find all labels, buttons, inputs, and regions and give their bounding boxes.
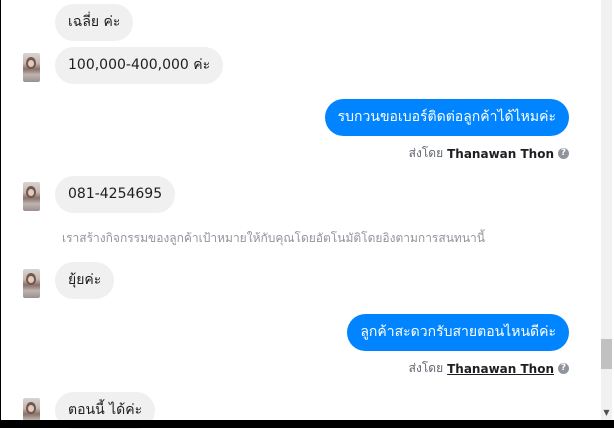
question-circle-icon[interactable]: ? bbox=[558, 148, 569, 159]
sender-name[interactable]: Thanawan Thon bbox=[447, 362, 554, 376]
contact-avatar[interactable] bbox=[23, 53, 40, 82]
sent-by-prefix: ส่งโดย bbox=[408, 146, 444, 160]
incoming-message: 081-4254695 bbox=[55, 176, 176, 213]
contact-avatar[interactable] bbox=[23, 269, 40, 298]
scrollbar-thumb[interactable] bbox=[601, 339, 612, 369]
scroll-down-icon[interactable]: ▼ bbox=[601, 407, 612, 418]
outgoing-message: ลูกค้าสะดวกรับสายตอนไหนดีค่ะ bbox=[347, 314, 569, 351]
sender-name[interactable]: Thanawan Thon bbox=[447, 147, 554, 161]
contact-avatar[interactable] bbox=[23, 182, 40, 211]
sent-by-label: ส่งโดย Thanawan Thon ? bbox=[409, 359, 569, 378]
incoming-message: 100,000-400,000 ค่ะ bbox=[55, 47, 224, 84]
incoming-message: ยุ้ยค่ะ bbox=[55, 262, 115, 299]
sent-by-label: ส่งโดย Thanawan Thon ? bbox=[409, 144, 569, 163]
outgoing-message: รบกวนขอเบอร์ติดต่อลูกค้าได้ไหมค่ะ bbox=[324, 99, 569, 136]
sent-by-prefix: ส่งโดย bbox=[408, 361, 444, 375]
bottom-edge bbox=[0, 420, 614, 428]
incoming-message: เฉลี่ย ค่ะ bbox=[55, 4, 134, 41]
question-circle-icon[interactable]: ? bbox=[558, 363, 569, 374]
system-note: เราสร้างกิจกรรมของลูกค้าเป้าหมายให้กับคุ… bbox=[62, 231, 485, 245]
